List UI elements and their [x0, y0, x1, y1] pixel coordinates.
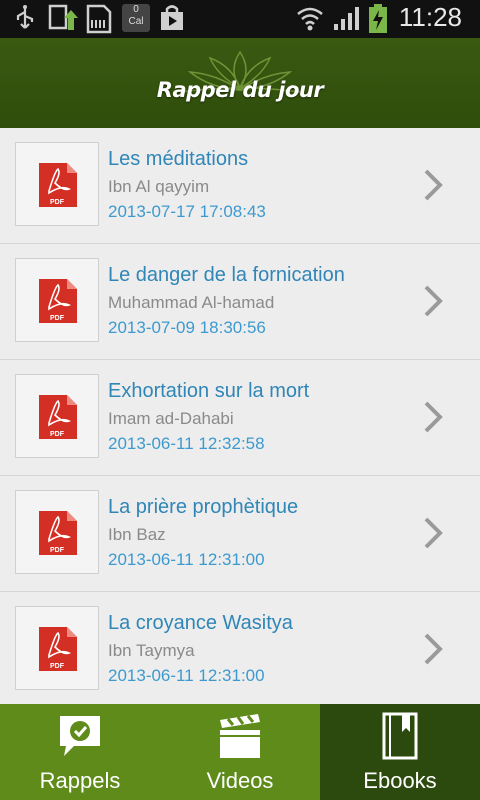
tab-ebooks[interactable]: Ebooks [320, 704, 480, 800]
bottom-tab-bar: Rappels Videos Ebooks [0, 704, 480, 800]
chevron-right-icon[interactable] [422, 284, 444, 318]
ebook-date: 2013-06-11 12:32:58 [108, 434, 265, 453]
pdf-icon: PDF [39, 395, 77, 439]
sd-card-icon [86, 4, 112, 38]
ebook-title: La croyance Wasitya [108, 612, 293, 634]
list-item[interactable]: PDF Le danger de la fornication Muhammad… [0, 244, 480, 360]
chevron-right-icon[interactable] [422, 400, 444, 434]
pdf-thumbnail: PDF [15, 258, 99, 342]
calendar-icon: 0 Cal [122, 4, 150, 32]
usb-icon [12, 4, 38, 36]
pdf-icon-label: PDF [50, 663, 65, 670]
tab-label: Rappels [39, 768, 121, 793]
battery-charging-icon [368, 4, 388, 38]
chevron-right-icon[interactable] [422, 168, 444, 202]
book-icon [382, 712, 418, 760]
ebook-author: Imam ad-Dahabi [108, 409, 234, 428]
status-bar: 0 Cal 11:28 [0, 0, 480, 38]
clapperboard-icon [220, 714, 260, 758]
ebook-title: Exhortation sur la mort [108, 380, 310, 402]
pdf-icon-label: PDF [50, 315, 65, 322]
pdf-icon-label: PDF [50, 547, 65, 554]
pdf-thumbnail: PDF [15, 374, 99, 458]
chat-check-icon [60, 716, 100, 756]
ebook-date: 2013-06-11 12:31:00 [108, 666, 265, 685]
pdf-icon-label: PDF [50, 199, 65, 206]
signal-icon [332, 4, 362, 36]
ebook-author: Ibn Baz [108, 525, 166, 544]
list-item[interactable]: PDF La croyance Wasitya Ibn Taymya 2013-… [0, 592, 480, 704]
upload-icon [48, 4, 80, 38]
ebook-list: PDF Les méditations Ibn Al qayyim 2013-0… [0, 128, 480, 704]
pdf-icon-label: PDF [50, 431, 65, 438]
chevron-right-icon[interactable] [422, 632, 444, 666]
pdf-icon: PDF [39, 163, 77, 207]
ebook-title: Le danger de la fornication [108, 264, 345, 286]
tab-videos[interactable]: Videos [160, 704, 320, 800]
pdf-thumbnail: PDF [15, 606, 99, 690]
calendar-label: Cal [128, 16, 144, 27]
app-header: Rappel du jour [0, 38, 480, 128]
chevron-right-icon[interactable] [422, 516, 444, 550]
pdf-icon: PDF [39, 511, 77, 555]
list-item[interactable]: PDF Exhortation sur la mort Imam ad-Daha… [0, 360, 480, 476]
list-item[interactable]: PDF La prière prophètique Ibn Baz 2013-0… [0, 476, 480, 592]
tab-label: Ebooks [363, 768, 437, 793]
ebook-author: Ibn Taymya [108, 641, 195, 660]
ebook-author: Muhammad Al-hamad [108, 293, 275, 312]
calendar-count: 0 [133, 4, 139, 15]
pdf-icon: PDF [39, 627, 77, 671]
pdf-thumbnail: PDF [15, 490, 99, 574]
ebook-date: 2013-07-09 18:30:56 [108, 318, 266, 337]
page-title: Rappel du jour [156, 78, 324, 102]
ebook-title: Les méditations [108, 148, 249, 170]
ebook-author: Ibn Al qayyim [108, 177, 210, 196]
wifi-icon [296, 4, 324, 36]
ebook-date: 2013-06-11 12:31:00 [108, 550, 265, 569]
ebook-title: La prière prophètique [108, 496, 299, 518]
play-store-icon [158, 4, 186, 36]
status-clock: 11:28 [398, 2, 462, 32]
tab-rappels[interactable]: Rappels [0, 704, 160, 800]
pdf-icon: PDF [39, 279, 77, 323]
pdf-thumbnail: PDF [15, 142, 99, 226]
ebook-date: 2013-07-17 17:08:43 [108, 202, 266, 221]
tab-label: Videos [206, 768, 274, 793]
list-item[interactable]: PDF Les méditations Ibn Al qayyim 2013-0… [0, 128, 480, 244]
